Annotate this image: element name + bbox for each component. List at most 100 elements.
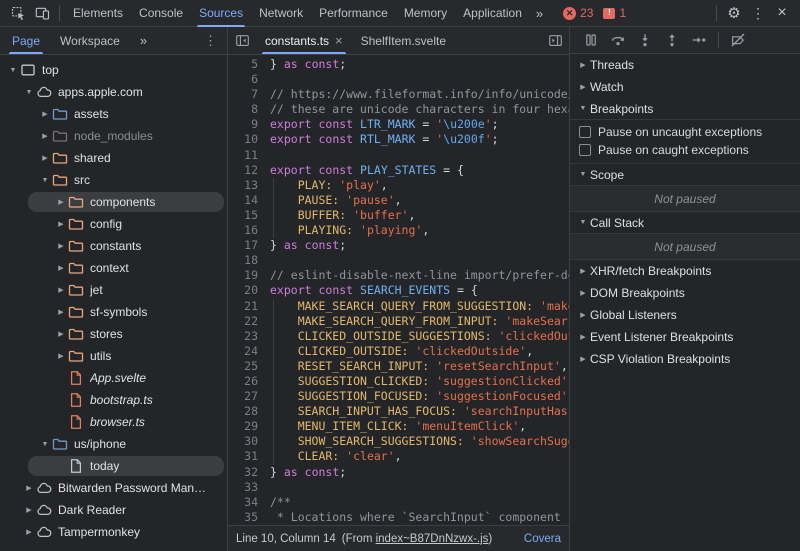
tree-item-assets[interactable]: ▶ assets bbox=[0, 103, 227, 125]
code-line-29[interactable]: 29 MENU_ITEM_CLICK: 'menuItemClick', bbox=[228, 419, 569, 435]
error-count[interactable]: 23 bbox=[580, 6, 593, 20]
tree-arrow-closed-icon[interactable]: ▶ bbox=[22, 506, 36, 514]
section-event-listener-breakpoints[interactable]: ▶ Event Listener Breakpoints bbox=[570, 326, 800, 348]
code-line-5[interactable]: 5} as const; bbox=[228, 57, 569, 72]
tree-item-today[interactable]: today bbox=[0, 455, 227, 477]
tree-arrow-closed-icon[interactable]: ▶ bbox=[54, 286, 68, 294]
tab-network[interactable]: Network bbox=[251, 0, 311, 27]
error-badge-icon[interactable]: ✕ bbox=[563, 6, 577, 20]
tab-performance[interactable]: Performance bbox=[311, 0, 396, 27]
section-xhr-fetch-breakpoints[interactable]: ▶ XHR/fetch Breakpoints bbox=[570, 260, 800, 282]
navigator-tab-page[interactable]: Page bbox=[2, 27, 50, 54]
section-dom-breakpoints[interactable]: ▶ DOM Breakpoints bbox=[570, 282, 800, 304]
tree-item-app-svelte[interactable]: App.svelte bbox=[0, 367, 227, 389]
issue-count[interactable]: 1 bbox=[619, 6, 626, 20]
tree-item-tampermonkey[interactable]: ▶ Tampermonkey bbox=[0, 521, 227, 543]
tree-item-jet[interactable]: ▶ jet bbox=[0, 279, 227, 301]
line-number[interactable]: 35 bbox=[228, 510, 258, 525]
code-line-8[interactable]: 8 // these are unicode characters in four… bbox=[228, 102, 569, 117]
line-number[interactable]: 19 bbox=[228, 268, 258, 283]
tree-item-config[interactable]: ▶ config bbox=[0, 213, 227, 235]
checkbox-icon[interactable] bbox=[579, 125, 591, 138]
step-out-button[interactable] bbox=[664, 32, 680, 48]
tree-item-shared[interactable]: ▶ shared bbox=[0, 147, 227, 169]
line-number[interactable]: 10 bbox=[228, 132, 258, 147]
device-toolbar-icon[interactable] bbox=[30, 1, 54, 25]
line-number[interactable]: 28 bbox=[228, 404, 258, 419]
kebab-menu-icon[interactable]: ⋮ bbox=[746, 1, 770, 25]
more-panels-button[interactable]: » bbox=[530, 6, 549, 21]
navigator-tab-workspace[interactable]: Workspace bbox=[50, 27, 130, 54]
section-arrow-closed-icon[interactable]: ▶ bbox=[576, 311, 590, 319]
editor-tab-shelfitem-svelte[interactable]: ShelfItem.svelte bbox=[352, 27, 455, 54]
code-line-18[interactable]: 18 bbox=[228, 253, 569, 268]
code-line-30[interactable]: 30 SHOW_SEARCH_SUGGESTIONS: 'showSearchSu… bbox=[228, 434, 569, 450]
section-scope[interactable]: ▼ Scope bbox=[570, 164, 800, 186]
tab-console[interactable]: Console bbox=[131, 0, 191, 27]
code-line-27[interactable]: 27 SUGGESTION_FOCUSED: 'suggestionFocused… bbox=[228, 389, 569, 405]
code-line-14[interactable]: 14 PAUSE: 'pause', bbox=[228, 192, 569, 208]
line-number[interactable]: 27 bbox=[228, 389, 258, 404]
section-call-stack[interactable]: ▼ Call Stack bbox=[570, 212, 800, 234]
code-line-23[interactable]: 23 CLICKED_OUTSIDE_SUGGESTIONS: 'clickedO… bbox=[228, 328, 569, 344]
code-line-9[interactable]: 9 export const LTR_MARK = '\u200e'; bbox=[228, 117, 569, 132]
section-csp-violation-breakpoints[interactable]: ▶ CSP Violation Breakpoints bbox=[570, 348, 800, 370]
code-line-16[interactable]: 16 PLAYING: 'playing', bbox=[228, 223, 569, 239]
code-line-20[interactable]: 20 export const SEARCH_EVENTS = { bbox=[228, 283, 569, 298]
tree-arrow-closed-icon[interactable]: ▶ bbox=[54, 308, 68, 316]
line-number[interactable]: 22 bbox=[228, 314, 258, 329]
section-global-listeners[interactable]: ▶ Global Listeners bbox=[570, 304, 800, 326]
code-line-35[interactable]: 35 * Locations where `SearchInput` compo… bbox=[228, 510, 569, 525]
tree-item-components[interactable]: ▶ components bbox=[0, 191, 227, 213]
tree-arrow-closed-icon[interactable]: ▶ bbox=[54, 198, 68, 206]
tree-item-utils[interactable]: ▶ utils bbox=[0, 345, 227, 367]
tree-arrow-closed-icon[interactable]: ▶ bbox=[22, 528, 36, 536]
line-number[interactable]: 32 bbox=[228, 465, 258, 480]
tree-arrow-closed-icon[interactable]: ▶ bbox=[38, 110, 52, 118]
tree-arrow-closed-icon[interactable]: ▶ bbox=[54, 330, 68, 338]
code-line-28[interactable]: 28 SEARCH_INPUT_HAS_FOCUS: 'searchInputHa… bbox=[228, 404, 569, 420]
navigator-kebab-menu-icon[interactable]: ⋮ bbox=[196, 27, 225, 54]
section-arrow-closed-icon[interactable]: ▶ bbox=[576, 355, 590, 363]
line-number[interactable]: 23 bbox=[228, 329, 258, 344]
coverage-link[interactable]: Covera bbox=[524, 533, 561, 545]
issues-badge-icon[interactable]: ! bbox=[603, 7, 616, 19]
tree-item-stores[interactable]: ▶ stores bbox=[0, 323, 227, 345]
checkbox-row-pause-on-uncaught-exceptions[interactable]: Pause on uncaught exceptions bbox=[570, 120, 800, 141]
hide-navigator-icon[interactable] bbox=[228, 27, 256, 54]
tree-arrow-closed-icon[interactable]: ▶ bbox=[54, 352, 68, 360]
section-arrow-closed-icon[interactable]: ▶ bbox=[576, 267, 590, 275]
close-icon[interactable]: × bbox=[770, 1, 794, 25]
tab-sources[interactable]: Sources bbox=[191, 0, 251, 27]
tree-arrow-open-icon[interactable]: ▼ bbox=[38, 177, 52, 184]
line-number[interactable]: 29 bbox=[228, 419, 258, 434]
tree-arrow-closed-icon[interactable]: ▶ bbox=[54, 242, 68, 250]
code-line-22[interactable]: 22 MAKE_SEARCH_QUERY_FROM_INPUT: 'makeSea… bbox=[228, 313, 569, 329]
tree-arrow-open-icon[interactable]: ▼ bbox=[6, 67, 20, 74]
code-line-31[interactable]: 31 CLEAR: 'clear', bbox=[228, 449, 569, 465]
tree-item-apps-apple-com[interactable]: ▼ apps.apple.com bbox=[0, 81, 227, 103]
line-number[interactable]: 16 bbox=[228, 223, 258, 238]
line-number[interactable]: 13 bbox=[228, 178, 258, 193]
line-number[interactable]: 18 bbox=[228, 253, 258, 268]
line-number[interactable]: 8 bbox=[228, 102, 258, 117]
navigator-more-tabs-button[interactable]: » bbox=[130, 27, 157, 54]
line-number[interactable]: 24 bbox=[228, 344, 258, 359]
line-number[interactable]: 33 bbox=[228, 480, 258, 495]
settings-gear-icon[interactable]: ⚙ bbox=[722, 1, 746, 25]
tree-arrow-closed-icon[interactable]: ▶ bbox=[38, 154, 52, 162]
code-line-26[interactable]: 26 SUGGESTION_CLICKED: 'suggestionClicked… bbox=[228, 373, 569, 390]
checkbox-icon[interactable] bbox=[579, 144, 591, 156]
pause-button[interactable] bbox=[583, 32, 599, 48]
code-line-17[interactable]: 17} as const; bbox=[228, 238, 569, 253]
code-line-11[interactable]: 11 bbox=[228, 148, 569, 163]
tree-arrow-open-icon[interactable]: ▼ bbox=[22, 89, 36, 96]
section-threads[interactable]: ▶ Threads bbox=[570, 54, 800, 76]
section-arrow-open-icon[interactable]: ▼ bbox=[576, 171, 590, 178]
step-over-button[interactable] bbox=[610, 32, 626, 48]
section-arrow-closed-icon[interactable]: ▶ bbox=[576, 289, 590, 297]
checkbox-row-pause-on-caught-exceptions[interactable]: Pause on caught exceptions bbox=[570, 141, 800, 164]
tree-arrow-closed-icon[interactable]: ▶ bbox=[54, 220, 68, 228]
tab-application[interactable]: Application bbox=[455, 0, 530, 27]
section-arrow-closed-icon[interactable]: ▶ bbox=[576, 61, 590, 69]
